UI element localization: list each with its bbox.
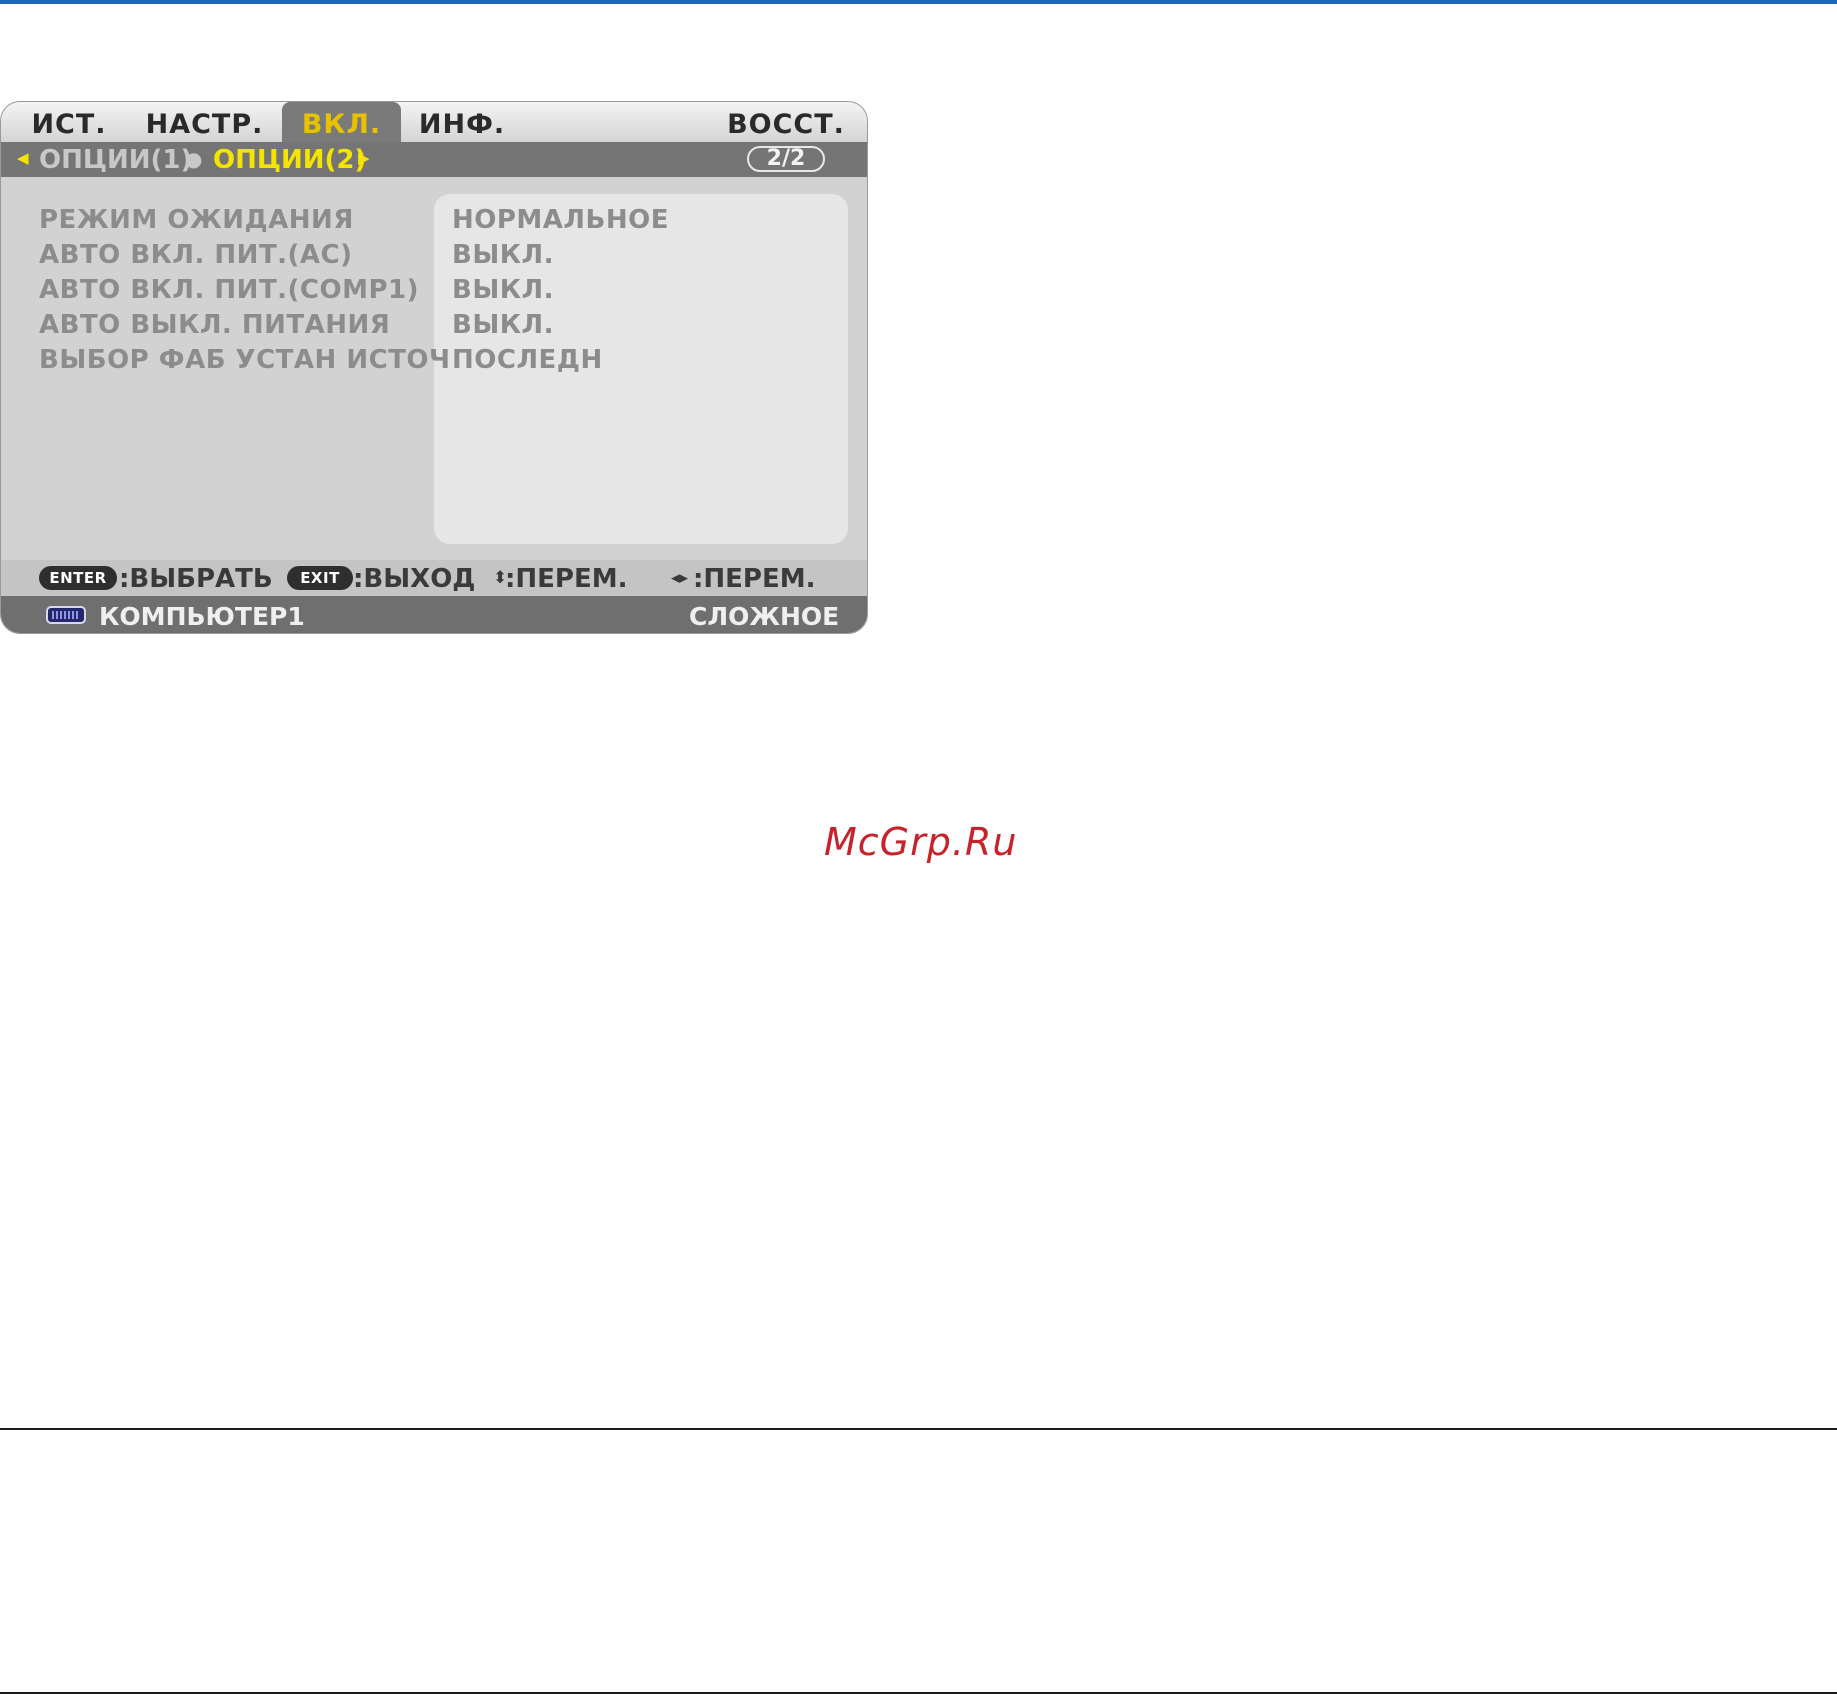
setting-value-auto-power-on-ac[interactable]: ВЫКЛ. [452, 240, 554, 270]
setting-label-auto-power-on-ac[interactable]: АВТО ВКЛ. ПИТ.(AC) [39, 240, 353, 270]
enter-key-icon: ENTER [39, 566, 117, 590]
setting-label-default-source[interactable]: ВЫБОР ФАБ УСТАН ИСТОЧ [39, 345, 451, 375]
tab-reset[interactable]: ВОССТ. [726, 102, 846, 142]
right-arrow-icon[interactable]: ▶ [358, 142, 370, 177]
settings-panel: РЕЖИМ ОЖИДАНИЯ НОРМАЛЬНОЕ АВТО ВКЛ. ПИТ.… [1, 177, 867, 560]
left-right-arrows-icon: ◂▸ [671, 568, 689, 588]
subtab-options-1[interactable]: ОПЦИИ(1) [39, 142, 192, 177]
hint-updown-text: :ПЕРЕМ. [505, 564, 628, 594]
hint-exit-text: :ВЫХОД [353, 564, 476, 594]
exit-key-icon: EXIT [287, 566, 353, 590]
page-indicator: 2/2 [747, 146, 825, 172]
setting-label-auto-power-on-comp1[interactable]: АВТО ВКЛ. ПИТ.(COMP1) [39, 275, 419, 305]
tab-info[interactable]: ИНФ. [416, 102, 508, 142]
separator-dot-icon: ● [185, 147, 203, 171]
status-bar: КОМПЬЮТЕР1 СЛОЖНОЕ [1, 596, 867, 633]
left-arrow-icon[interactable]: ◀ [17, 142, 29, 177]
subtab-options-2[interactable]: ОПЦИИ(2) [213, 142, 366, 177]
top-rule [0, 0, 1837, 4]
setting-value-standby-mode[interactable]: НОРМАЛЬНОЕ [452, 205, 669, 235]
tab-source[interactable]: ИСТ. [23, 102, 115, 142]
setting-label-auto-power-off[interactable]: АВТО ВЫКЛ. ПИТАНИЯ [39, 310, 390, 340]
tab-bar: ИСТ. НАСТР. ВКЛ. ИНФ. ВОССТ. [1, 102, 867, 142]
tab-power-on[interactable]: ВКЛ. [282, 102, 401, 142]
status-source: КОМПЬЮТЕР1 [99, 602, 305, 631]
setting-value-auto-power-off[interactable]: ВЫКЛ. [452, 310, 554, 340]
tab-setup[interactable]: НАСТР. [144, 102, 265, 142]
bottom-rule-lower [0, 1692, 1837, 1694]
subtab-bar: ◀ ОПЦИИ(1) ● ОПЦИИ(2) ▶ 2/2 [1, 142, 867, 177]
hint-enter-text: :ВЫБРАТЬ [119, 564, 273, 594]
setting-value-default-source[interactable]: ПОСЛЕДН [452, 345, 603, 375]
status-mode: СЛОЖНОЕ [689, 602, 840, 631]
setting-value-auto-power-on-comp1[interactable]: ВЫКЛ. [452, 275, 554, 305]
hint-bar: ENTER :ВЫБРАТЬ EXIT :ВЫХОД ⬍ :ПЕРЕМ. ◂▸ … [1, 560, 867, 596]
computer-port-icon [46, 606, 86, 624]
osd-menu: ИСТ. НАСТР. ВКЛ. ИНФ. ВОССТ. ◀ ОПЦИИ(1) … [0, 101, 868, 634]
setting-label-standby-mode[interactable]: РЕЖИМ ОЖИДАНИЯ [39, 205, 354, 235]
hint-leftright-text: :ПЕРЕМ. [693, 564, 816, 594]
bottom-rule-upper [0, 1428, 1837, 1430]
watermark: McGrp.Ru [824, 820, 1018, 864]
